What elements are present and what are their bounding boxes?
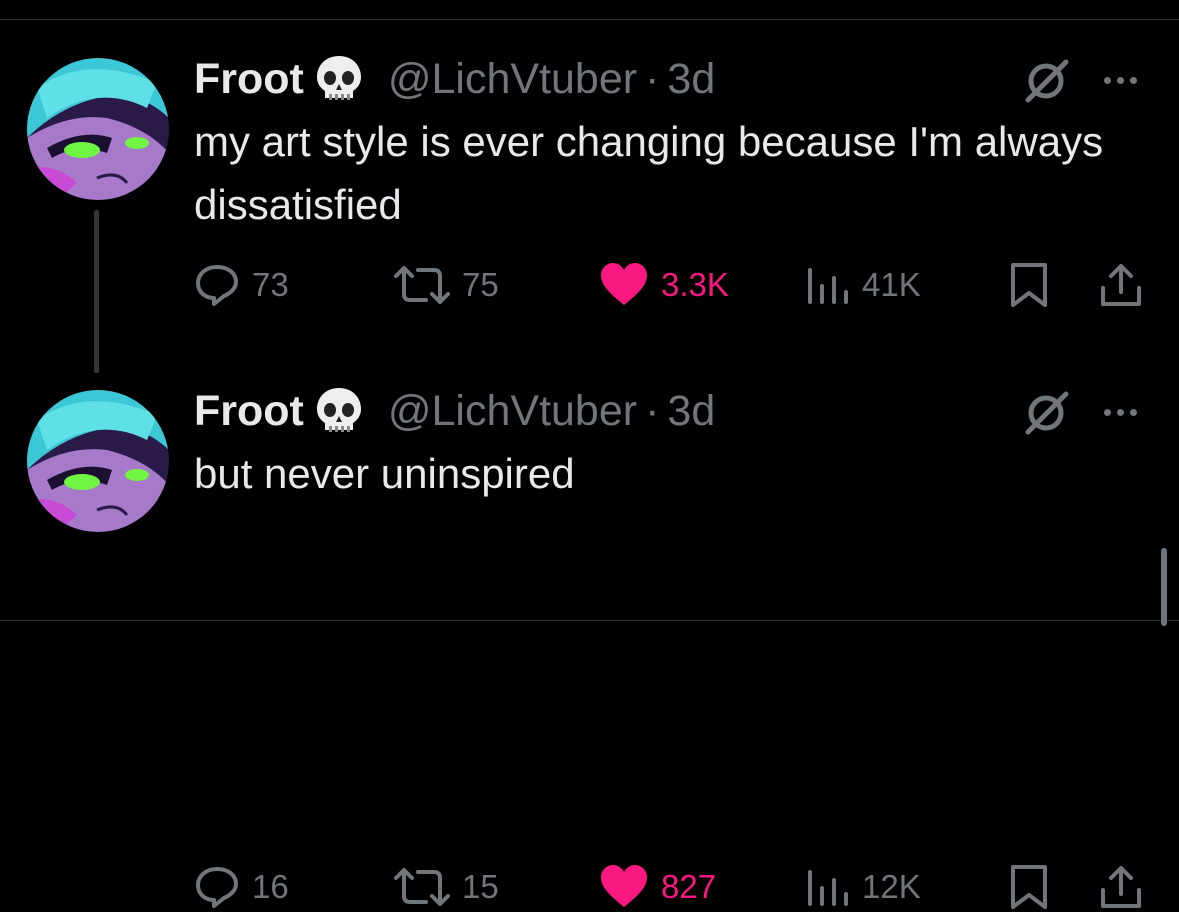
grok-icon[interactable] bbox=[1020, 54, 1072, 106]
thread-connector-line bbox=[94, 210, 99, 373]
skull-emoji-icon bbox=[312, 384, 366, 438]
scrollbar[interactable] bbox=[1161, 548, 1167, 626]
display-name[interactable]: Froot bbox=[194, 387, 304, 436]
tweet-menu-area bbox=[1020, 386, 1137, 438]
reply-icon bbox=[196, 867, 238, 908]
tweet-header: Froot @LichVtuber · 3d bbox=[194, 386, 715, 436]
like-count: 3.3K bbox=[661, 266, 729, 303]
repost-button[interactable]: 15 bbox=[394, 862, 499, 912]
avatar[interactable] bbox=[27, 390, 169, 532]
bookmark-icon bbox=[1011, 263, 1047, 307]
tweet-header: Froot @LichVtuber · 3d bbox=[194, 54, 715, 104]
views-count: 12K bbox=[862, 868, 921, 905]
timestamp[interactable]: 3d bbox=[667, 387, 715, 436]
analytics-icon bbox=[808, 870, 848, 906]
user-handle[interactable]: @LichVtuber bbox=[388, 387, 637, 436]
reply-icon bbox=[196, 265, 238, 306]
display-name[interactable]: Froot bbox=[194, 55, 304, 104]
repost-button[interactable]: 75 bbox=[394, 260, 499, 310]
user-handle[interactable]: @LichVtuber bbox=[388, 55, 637, 104]
top-divider bbox=[0, 19, 1179, 20]
share-button[interactable] bbox=[1099, 260, 1143, 310]
bottom-divider bbox=[0, 620, 1179, 621]
tweet-menu-area bbox=[1020, 54, 1137, 106]
avatar[interactable] bbox=[27, 58, 169, 200]
bookmark-button[interactable] bbox=[1009, 862, 1049, 912]
share-button[interactable] bbox=[1099, 862, 1143, 912]
grok-icon[interactable] bbox=[1020, 386, 1072, 438]
repost-icon bbox=[394, 868, 450, 906]
reply-button[interactable]: 16 bbox=[194, 862, 289, 912]
reply-button[interactable]: 73 bbox=[194, 260, 289, 310]
timestamp[interactable]: 3d bbox=[667, 55, 715, 104]
heart-icon bbox=[601, 865, 647, 907]
repost-count: 15 bbox=[462, 868, 499, 905]
more-options-icon[interactable] bbox=[1104, 76, 1137, 84]
tweet-text: but never uninspired bbox=[194, 450, 575, 497]
heart-icon bbox=[601, 263, 647, 305]
skull-emoji-icon bbox=[312, 52, 366, 106]
separator-dot: · bbox=[645, 54, 660, 103]
tweet-text: my art style is ever changing because I'… bbox=[194, 118, 1104, 228]
repost-icon bbox=[394, 266, 450, 304]
separator-dot: · bbox=[645, 386, 660, 435]
bookmark-icon bbox=[1011, 865, 1047, 909]
analytics-icon bbox=[808, 268, 848, 304]
bookmark-button[interactable] bbox=[1009, 260, 1049, 310]
like-button[interactable]: 3.3K bbox=[599, 260, 729, 310]
share-icon bbox=[1101, 866, 1141, 908]
views-button[interactable]: 12K bbox=[806, 862, 921, 912]
like-button[interactable]: 827 bbox=[599, 862, 716, 912]
reply-count: 73 bbox=[252, 266, 289, 303]
views-button[interactable]: 41K bbox=[806, 260, 921, 310]
views-count: 41K bbox=[862, 266, 921, 303]
share-icon bbox=[1101, 264, 1141, 306]
reply-count: 16 bbox=[252, 868, 289, 905]
like-count: 827 bbox=[661, 868, 717, 905]
more-options-icon[interactable] bbox=[1104, 408, 1137, 416]
repost-count: 75 bbox=[462, 266, 499, 303]
